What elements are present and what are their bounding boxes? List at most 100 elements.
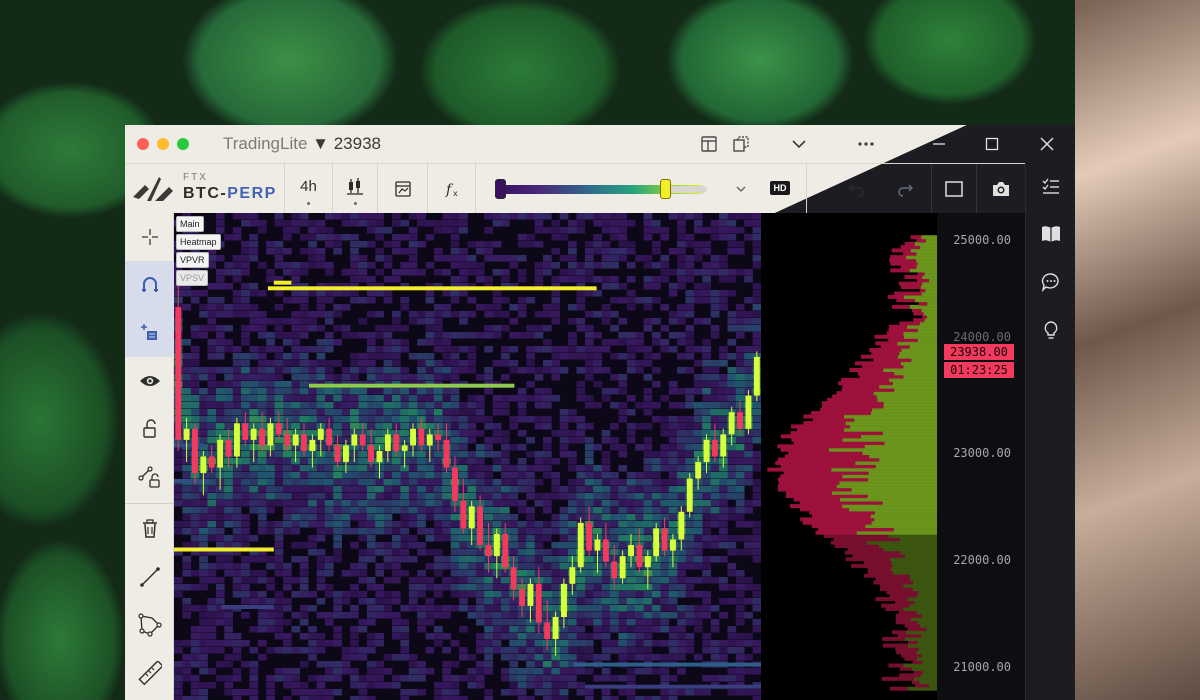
heatmap-cell: [341, 500, 351, 507]
interval-button[interactable]: 4h: [285, 164, 333, 214]
chat-button[interactable]: [1026, 259, 1075, 305]
heatmap-cell: [719, 500, 728, 507]
undo-button[interactable]: [841, 164, 873, 214]
heatmap-cell: [358, 689, 368, 696]
heatmap-cell: [224, 402, 233, 409]
candle-body: [309, 439, 316, 451]
heatmap-cell: [392, 682, 401, 689]
heatmap-cell: [467, 605, 477, 612]
price-axis[interactable]: 25000.00 23000.00 22000.00 21000.00 2400…: [937, 213, 1025, 700]
heatmap-cell: [425, 234, 435, 241]
ruler-tool[interactable]: [125, 649, 174, 697]
maximize-window-button[interactable]: [177, 138, 189, 150]
heatmap-cell: [534, 493, 544, 500]
heatmap-cell: [241, 325, 250, 332]
candle-body: [527, 583, 534, 606]
heatmap-cell: [207, 423, 217, 430]
heatmap-cell: [710, 626, 720, 633]
heatmap-cell: [509, 255, 519, 262]
heatmap-chart[interactable]: Main Heatmap VPVR VPSV: [174, 213, 761, 700]
trend-line-tool[interactable]: [125, 553, 174, 601]
heatmap-cell: [392, 234, 401, 241]
close-window-button[interactable]: [137, 138, 149, 150]
heatmap-cell: [400, 325, 410, 332]
heatmap-cell: [660, 493, 670, 500]
heatmap-cell: [677, 556, 686, 563]
polygon-tool[interactable]: [125, 601, 174, 649]
dropdown-button[interactable]: [785, 131, 813, 157]
close-button[interactable]: [1033, 131, 1061, 157]
market-selector[interactable]: FTX BTC-PERP: [125, 164, 285, 214]
heatmap-cell: [224, 500, 233, 507]
chart-canvas[interactable]: [174, 213, 761, 700]
heatmap-cell: [635, 507, 644, 514]
heatmap-cell: [291, 367, 301, 374]
heatmap-cell: [190, 689, 200, 696]
heatmap-cell: [350, 423, 359, 430]
heatmap-cell: [601, 451, 611, 458]
heatmap-cell: [291, 465, 301, 472]
layers-button[interactable]: [378, 164, 428, 214]
heatmap-cell: [341, 507, 351, 514]
ideas-button[interactable]: [1026, 307, 1075, 353]
heatmap-cell: [324, 661, 334, 668]
heatmap-cell: [442, 402, 451, 409]
heatmap-cell: [283, 486, 292, 493]
heatmap-preset-dropdown[interactable]: [725, 164, 757, 214]
heatmap-cell: [652, 626, 661, 633]
lock-drawings-tool[interactable]: [125, 453, 174, 501]
chart-type-button[interactable]: [333, 164, 378, 214]
visibility-tool[interactable]: [125, 357, 174, 405]
heatmap-cell: [232, 395, 242, 402]
heatmap-cell: [417, 409, 426, 416]
heatmap-cell: [274, 591, 284, 598]
add-drawing-tool[interactable]: [125, 309, 174, 357]
layout-button[interactable]: [695, 131, 723, 157]
snapshot-button[interactable]: [977, 164, 1025, 214]
heatmap-cell: [224, 262, 233, 269]
layer-tag-heatmap[interactable]: Heatmap: [176, 234, 221, 250]
heatmap-cell: [509, 654, 519, 661]
fullscreen-button[interactable]: [931, 164, 977, 214]
heatmap-cell: [375, 374, 384, 381]
duplicate-window-button[interactable]: [727, 131, 755, 157]
heatmap-cell: [459, 269, 468, 276]
heatmap-cell: [618, 584, 628, 591]
watchlist-button[interactable]: [1026, 163, 1075, 209]
heatmap-cell: [459, 458, 468, 465]
magnet-tool[interactable]: [125, 261, 174, 309]
heatmap-slider-max-handle[interactable]: [660, 179, 671, 199]
heatmap-cell: [375, 682, 384, 689]
heatmap-cell: [543, 262, 552, 269]
delete-drawings-tool[interactable]: [125, 505, 174, 553]
heatmap-cell: [517, 472, 527, 479]
indicators-button[interactable]: fx: [428, 164, 476, 214]
heatmap-cell: [274, 528, 284, 535]
redo-button[interactable]: [889, 164, 921, 214]
heatmap-cell: [425, 360, 435, 367]
heatmap-cell: [241, 262, 250, 269]
heatmap-cell: [584, 584, 594, 591]
crosshair-tool[interactable]: [125, 213, 174, 261]
more-options-button[interactable]: [852, 131, 880, 157]
layer-tag-vpsv[interactable]: VPSV: [176, 270, 209, 286]
maximize-button[interactable]: [978, 131, 1006, 157]
candle-body: [208, 456, 215, 468]
lock-tool[interactable]: [125, 405, 174, 453]
heatmap-cell: [584, 353, 594, 360]
heatmap-cell: [719, 304, 728, 311]
heatmap-cell: [215, 528, 225, 535]
heatmap-cell: [299, 360, 309, 367]
minimize-window-button[interactable]: [157, 138, 169, 150]
heatmap-cell: [534, 262, 544, 269]
candle-body: [275, 423, 282, 435]
guide-button[interactable]: [1026, 211, 1075, 257]
layer-tag-vpvr[interactable]: VPVR: [176, 252, 209, 268]
heatmap-cell: [601, 689, 611, 696]
heatmap-cell: [551, 528, 561, 535]
minimize-button[interactable]: [925, 131, 953, 157]
layer-tag-main[interactable]: Main: [176, 216, 204, 232]
heatmap-cell: [652, 654, 661, 661]
heatmap-slider-min-handle[interactable]: [495, 179, 506, 199]
heatmap-cell: [492, 402, 502, 409]
